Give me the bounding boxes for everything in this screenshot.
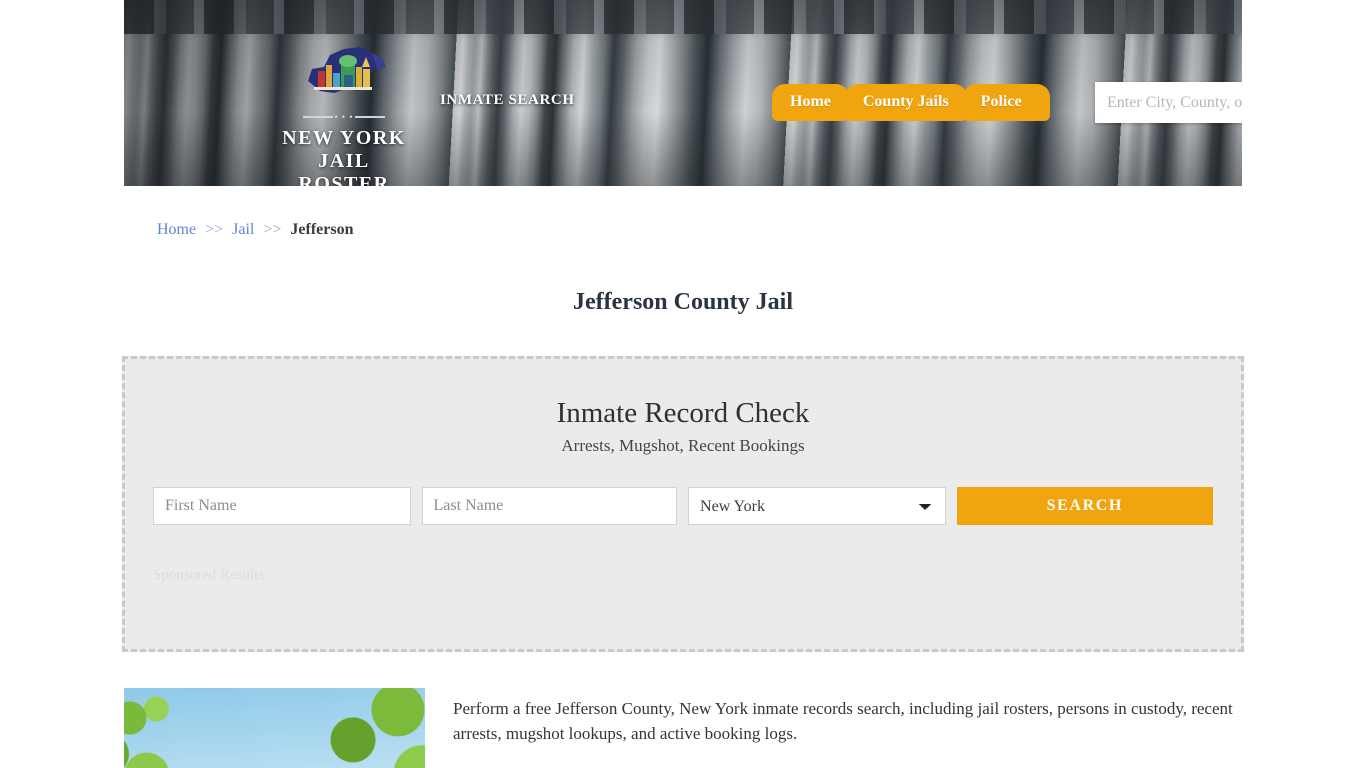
photo-tree-right (293, 688, 425, 768)
nav-item-home[interactable]: Home (772, 84, 849, 121)
breadcrumb-separator-2: >> (263, 221, 282, 238)
nav-item-police[interactable]: Police (962, 84, 1050, 121)
state-select[interactable]: New York (688, 487, 946, 525)
logo-dots: • • • (334, 112, 354, 122)
search-button[interactable]: SEARCH (956, 487, 1213, 525)
jail-photo (124, 688, 425, 768)
site-logo[interactable]: • • • NEW YORK JAIL ROSTER (274, 45, 414, 186)
brand-name-line2: JAIL ROSTER (298, 150, 390, 186)
header-search (1095, 82, 1242, 123)
breadcrumb-current: Jefferson (290, 221, 354, 238)
site-tagline: INMATE SEARCH (440, 92, 575, 108)
breadcrumb-home[interactable]: Home (157, 221, 196, 238)
content-paragraph: Perform a free Jefferson County, New Yor… (453, 699, 1233, 743)
logo-divider: • • • (303, 112, 385, 122)
breadcrumb: Home >> Jail >> Jefferson (157, 221, 354, 239)
photo-tree-left (124, 688, 214, 768)
new-york-state-logo-icon (298, 45, 390, 107)
site-header: • • • NEW YORK JAIL ROSTER INMATE SEARCH… (124, 0, 1242, 186)
last-name-input[interactable] (421, 487, 678, 525)
breadcrumb-jail[interactable]: Jail (232, 221, 254, 238)
content-section: Perform a free Jefferson County, New Yor… (124, 688, 1242, 768)
page-root: • • • NEW YORK JAIL ROSTER INMATE SEARCH… (0, 0, 1366, 768)
main-navigation: Home County Jails Police (772, 84, 1050, 121)
sponsored-results-label: Sponsored Results (153, 567, 265, 583)
breadcrumb-separator-1: >> (205, 221, 224, 238)
page-title: Jefferson County Jail (573, 289, 793, 316)
brand-name-line1: NEW YORK (282, 127, 406, 149)
inmate-search-form: New York SEARCH (153, 487, 1213, 525)
header-search-input[interactable] (1095, 82, 1242, 123)
first-name-input[interactable] (153, 487, 411, 525)
nav-item-county-jails[interactable]: County Jails (844, 84, 967, 121)
panel-subtitle: Arrests, Mugshot, Recent Bookings (561, 436, 805, 455)
panel-title: Inmate Record Check (556, 397, 810, 429)
inmate-record-check-panel: Inmate Record Check Arrests, Mugshot, Re… (122, 356, 1244, 652)
